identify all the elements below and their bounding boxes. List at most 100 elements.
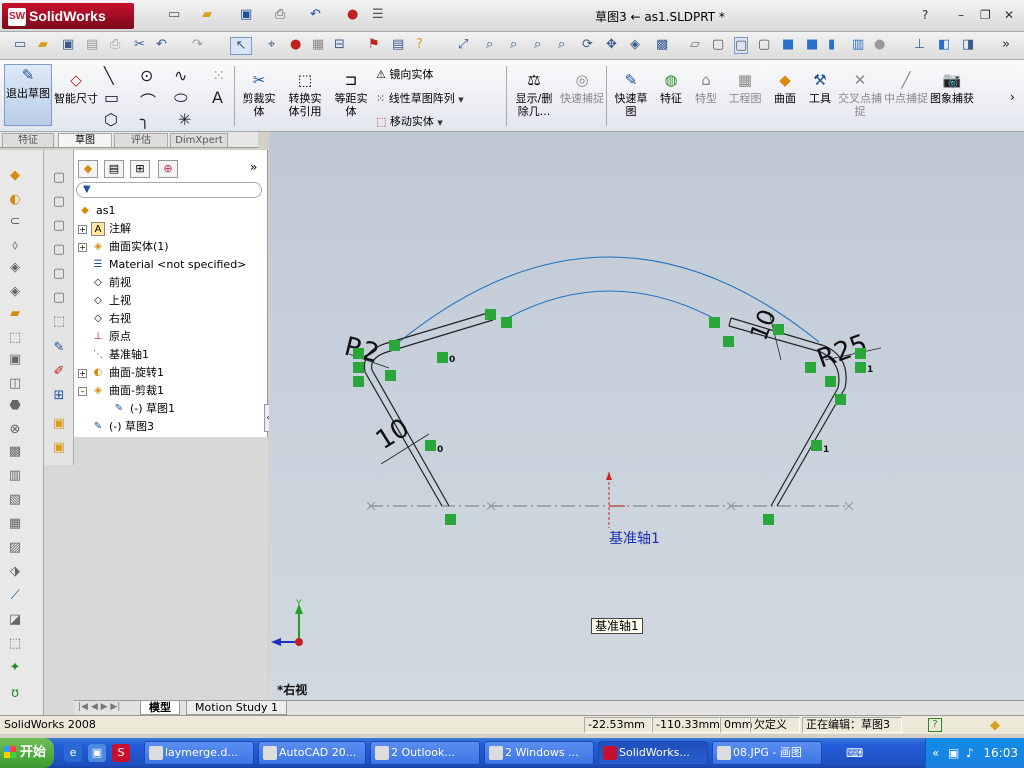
tree-root[interactable]: ◆ as1	[78, 203, 115, 219]
mid-surface-icon[interactable]: ▧	[6, 492, 24, 508]
sketch-icon[interactable]: ⚑	[368, 37, 380, 52]
block-icon[interactable]: ▣	[50, 416, 68, 432]
section-view-icon[interactable]: ▱	[690, 37, 700, 52]
tab-evaluate[interactable]: 评估	[114, 133, 168, 147]
trim-button[interactable]: ✂ 剪裁实体	[238, 70, 280, 118]
task-paint[interactable]: 08.JPG - 画图	[712, 741, 822, 765]
select-filter-icon[interactable]: ⌖	[268, 37, 275, 52]
open-icon[interactable]: ▰	[38, 37, 48, 52]
smart-dim-icon[interactable]: ✐	[50, 364, 68, 380]
tab-model[interactable]: 模型	[140, 701, 180, 715]
features-button[interactable]: ◍ 特征	[654, 70, 688, 105]
midpoint-snap-button[interactable]: ╱ 中点捕捉	[884, 70, 928, 105]
help-icon[interactable]: ?	[922, 8, 928, 22]
realview-icon[interactable]: ●	[874, 37, 885, 52]
help-status-icon[interactable]: ?	[928, 718, 942, 732]
extruded-surface-icon[interactable]: ◆	[6, 168, 24, 184]
solidworks-quicklaunch-icon[interactable]: S	[112, 744, 130, 762]
view-cube-top-icon[interactable]: ▢	[50, 266, 68, 282]
print2-icon[interactable]: ⎙	[110, 37, 120, 52]
view-orientation-icon[interactable]: ◈	[630, 37, 640, 52]
lofted-surface-icon[interactable]: ⬨	[6, 238, 24, 254]
shaded-edges-icon[interactable]: ■	[782, 37, 794, 52]
hidden-removed-icon[interactable]: ▢	[758, 37, 770, 52]
configuration-manager-tab-icon[interactable]: ⊞	[130, 160, 150, 178]
hidden-lines-icon[interactable]: ▢	[734, 37, 749, 54]
print-icon[interactable]: ⎙	[275, 7, 285, 22]
cut-with-surface-icon[interactable]: ⬗	[6, 564, 24, 580]
quick-snaps-button[interactable]: ◎ 快速捕捉	[560, 70, 604, 105]
helix-icon[interactable]: ʊ	[6, 686, 24, 702]
move-entities-button[interactable]: ⬚ 移动实体 ▼	[376, 113, 443, 129]
display-style-icon[interactable]: ▩	[656, 37, 668, 52]
block-insert-icon[interactable]: ▣	[50, 440, 68, 456]
help2-icon[interactable]: ?	[416, 37, 423, 52]
spline-icon[interactable]: ∿	[174, 66, 187, 85]
relations-tool-icon[interactable]: ⊞	[50, 388, 68, 404]
circle-icon[interactable]: ⊙	[140, 66, 153, 85]
tree-item-surface-revolve1[interactable]: + ◐ 曲面-旋转1	[78, 365, 164, 381]
solidworks-logo[interactable]: SW SolidWorks	[2, 3, 134, 29]
ellipse-icon[interactable]: ⬭	[174, 88, 188, 108]
view-cube-left-icon[interactable]: ▢	[50, 218, 68, 234]
dim-length-left[interactable]: 10	[371, 413, 415, 456]
tree-item-annotations[interactable]: + A 注解	[78, 221, 131, 237]
display-delete-relations-button[interactable]: ⚖ 显示/删除几...	[512, 70, 556, 118]
properties-icon[interactable]: ▤	[392, 37, 404, 52]
offset-surface-icon[interactable]: ◈	[6, 284, 24, 300]
view-axes-icon[interactable]: ⊥	[914, 37, 925, 52]
normal-to-icon[interactable]: ⤢	[458, 37, 468, 52]
undo-icon[interactable]: ↶	[310, 7, 321, 22]
smart-dimension-button[interactable]: ◇ 智能尺寸	[54, 70, 98, 105]
swept-surface-icon[interactable]: ⊂	[6, 214, 24, 230]
volume-icon[interactable]: ♪	[966, 738, 974, 768]
convert-entities-button[interactable]: ⬚ 转换实体引用	[284, 70, 326, 118]
tag-icon[interactable]: ◆	[990, 717, 1000, 735]
planar-surface-icon[interactable]: ▰	[6, 306, 24, 322]
zoom-fit-icon[interactable]: ⌕	[486, 37, 493, 52]
rectangle-icon[interactable]: ▭	[104, 88, 119, 107]
sketch-origin[interactable]	[606, 472, 625, 528]
cut-icon[interactable]: ✂	[134, 37, 145, 52]
special-form-button[interactable]: ⌂ 特型	[690, 70, 722, 105]
flatten-icon[interactable]: ⟋	[6, 588, 24, 604]
close-button[interactable]: ✕	[1004, 8, 1014, 22]
replace-face-icon[interactable]: ▥	[6, 468, 24, 484]
text-icon[interactable]: A	[212, 88, 223, 107]
graphics-area[interactable]: R2 10 10 R25 0 0 1 1 基准轴1 Y	[269, 132, 1024, 700]
view-cube-right-icon[interactable]: ▢	[50, 242, 68, 258]
inner-arc[interactable]	[503, 290, 718, 321]
new-document-icon[interactable]: ▭	[168, 7, 180, 22]
tree-item-surface-bodies[interactable]: + ◈ 曲面实体(1)	[78, 239, 169, 255]
polygon-icon[interactable]: ⬡	[104, 110, 118, 129]
arc-icon[interactable]: ⌒	[140, 88, 156, 112]
expand-icon[interactable]: +	[78, 242, 87, 252]
task-windows[interactable]: 2 Windows ...	[484, 741, 594, 765]
views-icon[interactable]: ◨	[962, 37, 974, 52]
tree-item-origin[interactable]: ⊥ 原点	[91, 329, 131, 345]
options-icon[interactable]: ☰	[372, 7, 384, 22]
layers-icon[interactable]: ⊟	[334, 37, 345, 52]
rotate-icon[interactable]: ⟳	[582, 37, 593, 52]
tools-button[interactable]: ⚒ 工具	[804, 70, 836, 105]
view-cube-bottom-icon[interactable]: ▢	[50, 290, 68, 306]
tab-nav-arrows-icon[interactable]: |◀ ◀ ▶ ▶|	[78, 702, 120, 712]
ie-icon[interactable]: e	[64, 744, 82, 762]
command-manager-overflow-icon[interactable]: ›	[1010, 90, 1015, 104]
mirror-entities-button[interactable]: ⚠ 镜向实体	[376, 66, 433, 82]
tree-item-axis1[interactable]: ⋱ 基准轴1	[91, 347, 149, 363]
task-laymerge[interactable]: laymerge.d...	[144, 741, 254, 765]
delete-face-icon[interactable]: ▩	[6, 444, 24, 460]
tab-features[interactable]: 特征	[2, 133, 54, 147]
task-autocad[interactable]: AutoCAD 20...	[258, 741, 366, 765]
undo2-icon[interactable]: ↶	[156, 37, 167, 52]
offset-entities-button[interactable]: ⊐ 等距实体	[330, 70, 372, 118]
intersection-snap-button[interactable]: ✕ 交叉点捕捉	[838, 70, 882, 118]
property-manager-tab-icon[interactable]: ▤	[104, 160, 124, 178]
ruled-surface-icon[interactable]: ◪	[6, 612, 24, 628]
sketch-edit-icon[interactable]: ✎	[50, 340, 68, 356]
task-outlook[interactable]: 2 Outlook...	[370, 741, 480, 765]
new-icon[interactable]: ▭	[14, 37, 26, 52]
open-folder-icon[interactable]: ▰	[202, 7, 212, 22]
tab-dimxpert[interactable]: DimXpert	[170, 133, 228, 147]
